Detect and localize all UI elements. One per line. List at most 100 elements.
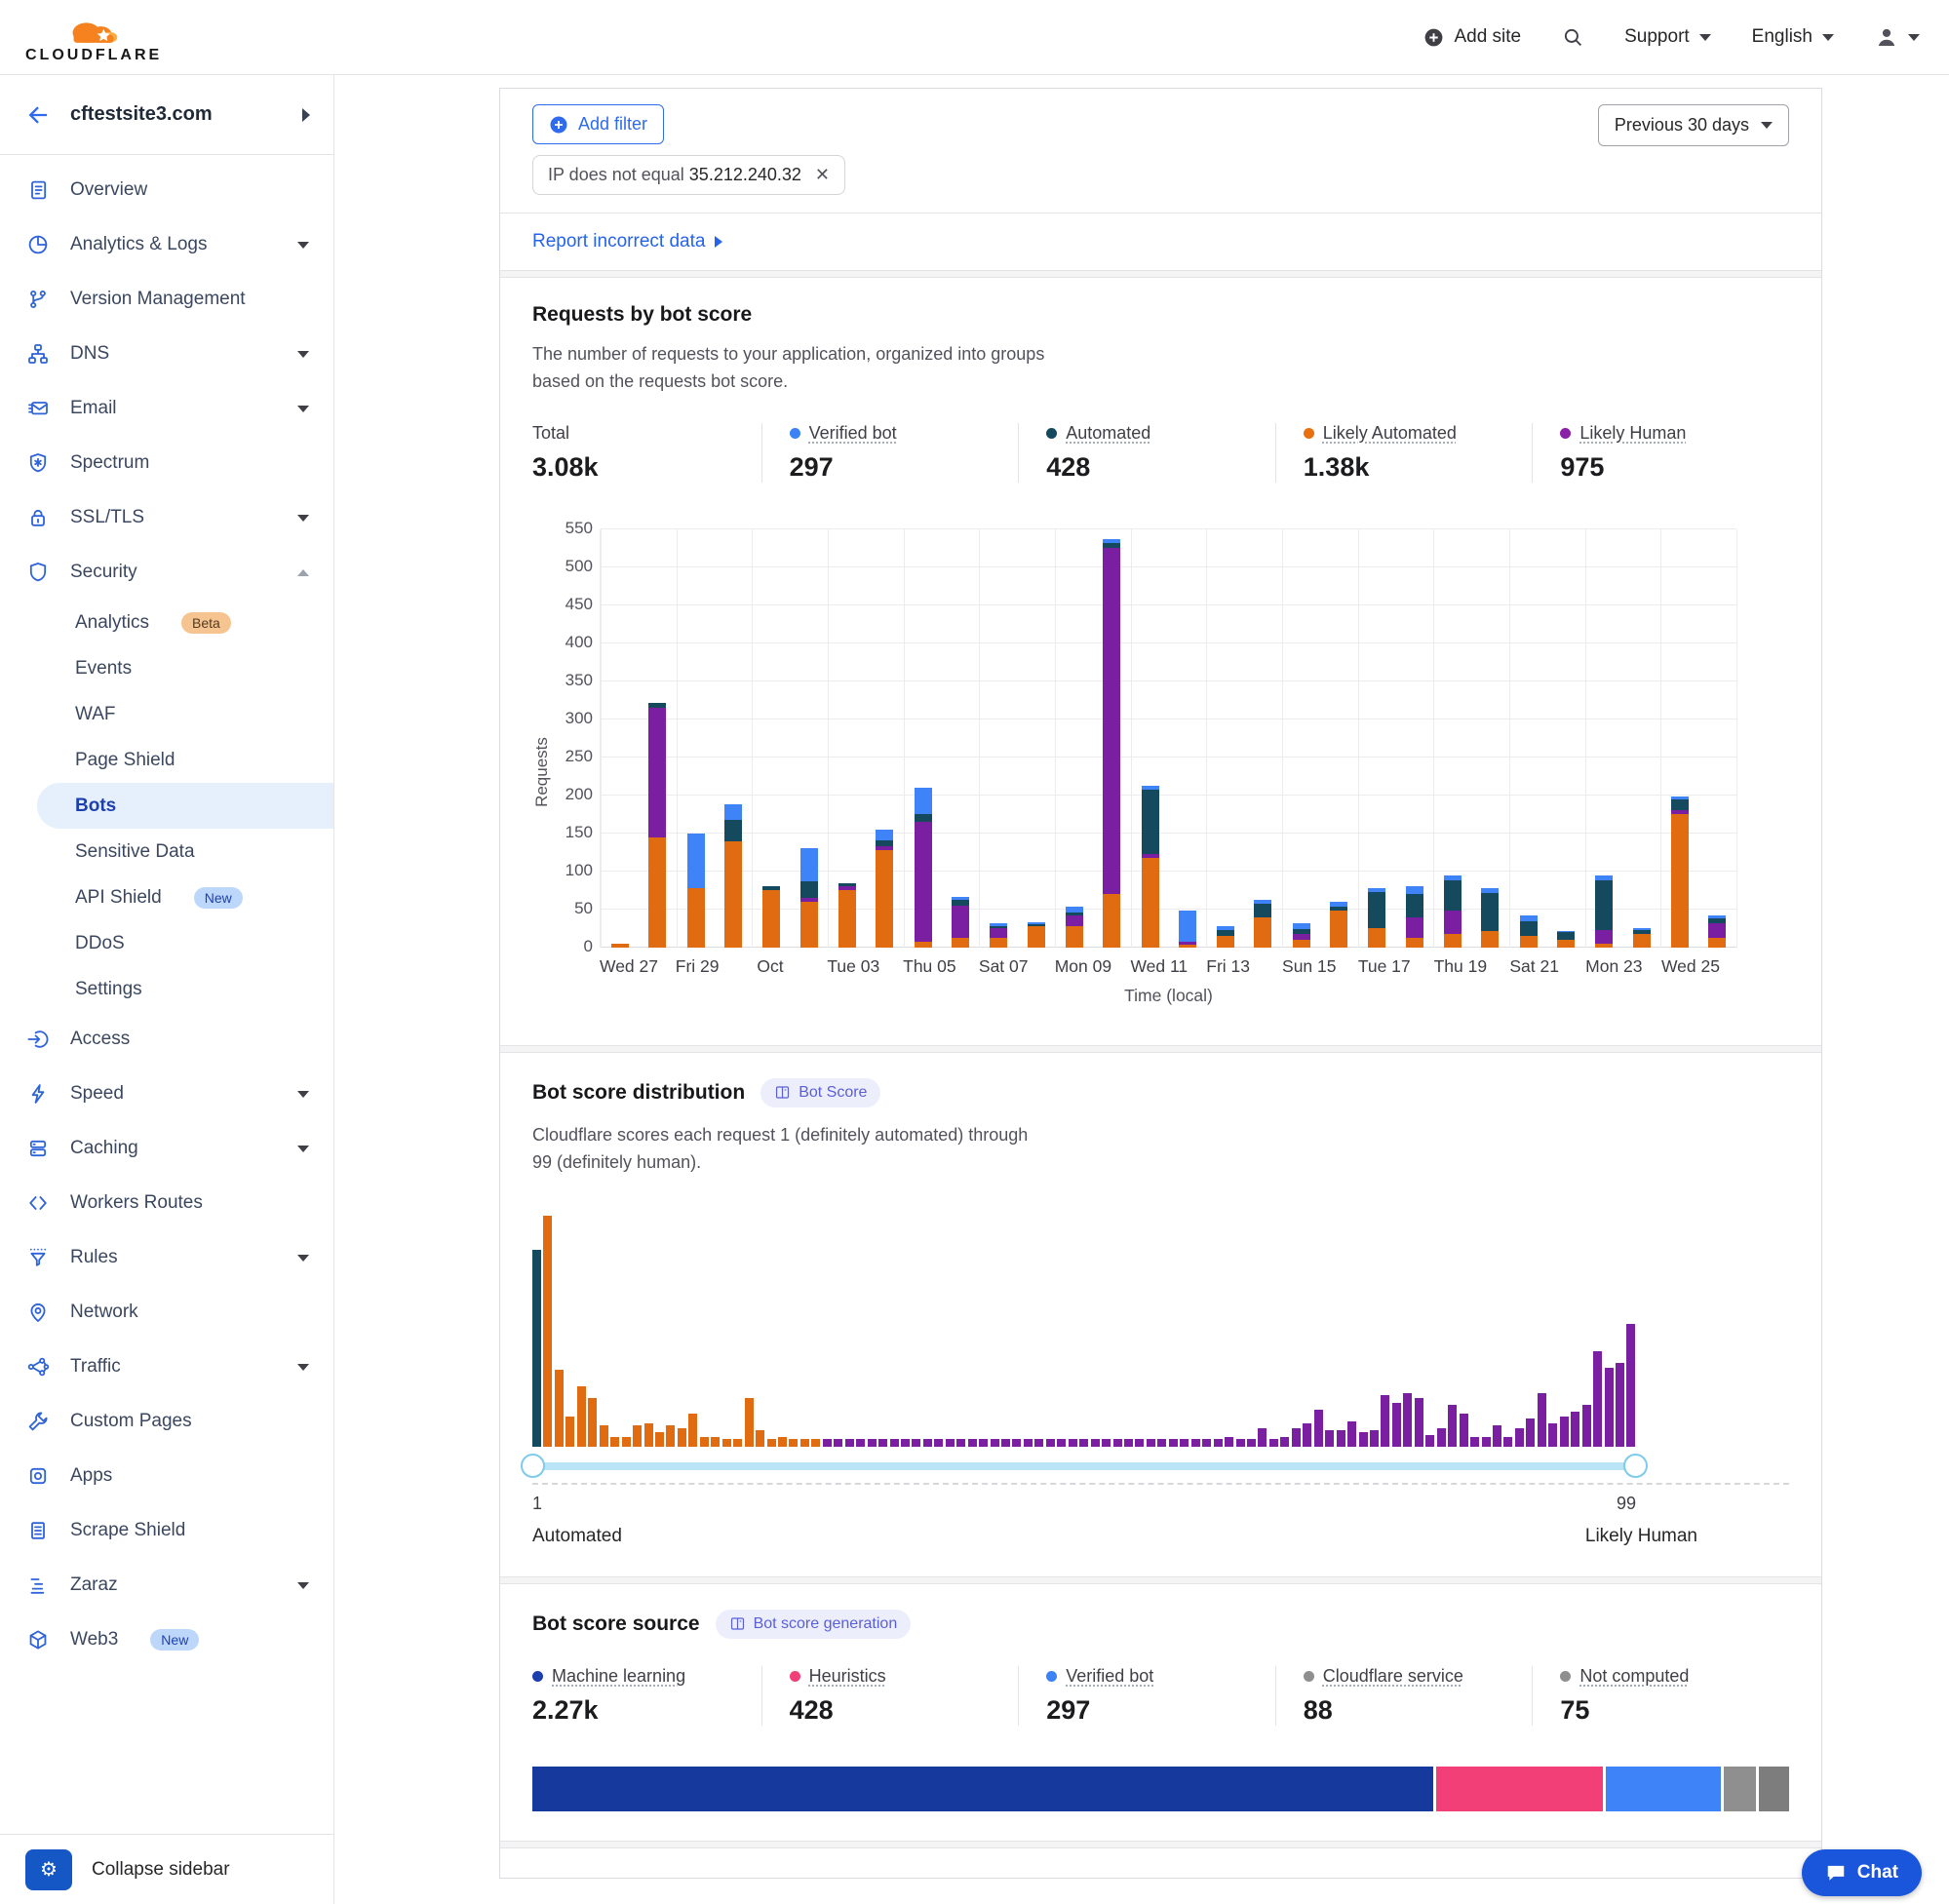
source-segment-not-computed[interactable] [1759, 1767, 1789, 1811]
sidebar-item-speed[interactable]: Speed [0, 1067, 333, 1121]
histogram-bar-score-37[interactable] [934, 1439, 943, 1446]
histogram-bar-score-28[interactable] [834, 1439, 842, 1446]
histogram-bar-score-29[interactable] [845, 1439, 854, 1446]
histogram-bar-score-38[interactable] [946, 1439, 955, 1446]
stat-label[interactable]: Cloudflare service [1323, 1666, 1463, 1687]
histogram-bar-score-82[interactable] [1437, 1428, 1446, 1447]
stacked-bar[interactable] [1520, 915, 1538, 948]
sidebar-item-page-shield[interactable]: Page Shield [0, 737, 333, 783]
histogram-bar-score-97[interactable] [1605, 1368, 1614, 1447]
stacked-bar[interactable] [724, 804, 742, 948]
histogram-bar-score-8[interactable] [610, 1437, 619, 1446]
sidebar-item-overview[interactable]: Overview [0, 163, 333, 217]
histogram-bar-score-69[interactable] [1292, 1428, 1301, 1447]
histogram-bar-score-55[interactable] [1135, 1439, 1144, 1446]
remove-filter-icon[interactable]: ✕ [815, 165, 830, 185]
histogram-bar-score-53[interactable] [1113, 1439, 1122, 1446]
histogram-bar-score-4[interactable] [565, 1417, 574, 1447]
support-menu[interactable]: Support [1624, 26, 1711, 48]
stacked-bar[interactable] [800, 848, 818, 948]
add-filter-button[interactable]: Add filter [532, 104, 664, 144]
sidebar-item-ssl-tls[interactable]: SSL/TLS [0, 490, 333, 545]
slider-handle-max[interactable] [1623, 1454, 1648, 1478]
stacked-bar[interactable] [876, 830, 893, 948]
histogram-bar-score-89[interactable] [1515, 1428, 1524, 1447]
report-incorrect-data-link[interactable]: Report incorrect data [500, 214, 1821, 270]
stacked-bar[interactable] [1142, 786, 1159, 947]
stat-label[interactable]: Verified bot [1066, 1666, 1153, 1687]
stacked-bar[interactable] [1406, 886, 1423, 947]
histogram-bar-score-40[interactable] [968, 1439, 977, 1446]
histogram-bar-score-34[interactable] [901, 1439, 910, 1446]
histogram-bar-score-93[interactable] [1560, 1417, 1569, 1447]
stacked-bar[interactable] [1066, 907, 1083, 947]
histogram-bar-score-86[interactable] [1482, 1437, 1491, 1446]
stacked-bar[interactable] [915, 788, 932, 948]
chevron-right-icon[interactable] [302, 108, 310, 122]
sidebar-item-web3[interactable]: Web3New [0, 1613, 333, 1667]
sidebar-item-custom-pages[interactable]: Custom Pages [0, 1394, 333, 1449]
add-site-button[interactable]: Add site [1423, 26, 1521, 48]
stacked-bar[interactable] [1179, 911, 1196, 947]
filter-chip[interactable]: IP does not equal 35.212.240.32 ✕ [532, 155, 845, 195]
stacked-bar[interactable] [1557, 931, 1575, 948]
histogram-bar-score-42[interactable] [991, 1439, 999, 1446]
chat-button[interactable]: Chat [1802, 1849, 1922, 1896]
histogram-bar-score-60[interactable] [1191, 1439, 1200, 1446]
histogram-bar-score-36[interactable] [923, 1439, 932, 1446]
sidebar-item-analytics-logs[interactable]: Analytics & Logs [0, 217, 333, 272]
histogram-bar-score-23[interactable] [778, 1437, 787, 1446]
histogram-bar-score-24[interactable] [789, 1439, 798, 1446]
sidebar-item-security[interactable]: Security [0, 545, 333, 600]
histogram-bar-score-27[interactable] [823, 1439, 832, 1446]
histogram-bar-score-57[interactable] [1157, 1439, 1166, 1446]
stacked-bar[interactable] [1293, 923, 1310, 948]
stat-label[interactable]: Heuristics [809, 1666, 886, 1687]
sidebar-item-zaraz[interactable]: Zaraz [0, 1558, 333, 1613]
histogram-bar-score-94[interactable] [1571, 1412, 1579, 1447]
histogram-bar-score-16[interactable] [700, 1437, 709, 1446]
sidebar-item-workers-routes[interactable]: Workers Routes [0, 1176, 333, 1230]
histogram-bar-score-95[interactable] [1582, 1405, 1591, 1447]
stacked-bar[interactable] [952, 897, 969, 947]
sidebar-item-waf[interactable]: WAF [0, 691, 333, 737]
histogram-bar-score-48[interactable] [1057, 1439, 1066, 1446]
histogram-bar-score-96[interactable] [1593, 1351, 1602, 1446]
account-menu[interactable] [1875, 25, 1920, 49]
histogram-bar-score-92[interactable] [1548, 1423, 1557, 1447]
stacked-bar[interactable] [687, 834, 705, 948]
histogram-bar-score-68[interactable] [1280, 1437, 1289, 1446]
histogram-bar-score-13[interactable] [666, 1425, 675, 1446]
cloudflare-logo[interactable]: CLOUDFLARE [25, 11, 162, 63]
histogram-bar-score-76[interactable] [1370, 1430, 1379, 1447]
histogram-bar-score-50[interactable] [1079, 1439, 1088, 1446]
histogram-bar-score-71[interactable] [1314, 1410, 1323, 1447]
histogram-bar-score-25[interactable] [800, 1439, 809, 1446]
stacked-bar[interactable] [1481, 888, 1499, 948]
source-segment-verified-bot[interactable] [1606, 1767, 1724, 1811]
stacked-bar[interactable] [1444, 875, 1462, 948]
histogram-bar-score-9[interactable] [622, 1437, 631, 1446]
histogram-bar-score-12[interactable] [655, 1432, 664, 1446]
source-segment-cloudflare-service[interactable] [1724, 1767, 1759, 1811]
bot-score-badge[interactable]: Bot Score [760, 1078, 880, 1107]
histogram-bar-score-19[interactable] [733, 1439, 742, 1446]
histogram-bar-score-80[interactable] [1415, 1398, 1423, 1447]
histogram-bar-score-6[interactable] [588, 1398, 597, 1447]
histogram-bar-score-85[interactable] [1470, 1437, 1479, 1446]
stat-label[interactable]: Likely Automated [1323, 423, 1457, 444]
histogram-bar-score-64[interactable] [1236, 1439, 1245, 1446]
histogram-bar-score-17[interactable] [711, 1437, 720, 1446]
language-menu[interactable]: English [1752, 26, 1834, 48]
back-arrow-icon[interactable] [25, 102, 51, 128]
histogram-bar-score-62[interactable] [1214, 1439, 1223, 1446]
sidebar-item-dns[interactable]: DNS [0, 327, 333, 381]
sidebar-item-version-management[interactable]: Version Management [0, 272, 333, 327]
histogram-bar-score-22[interactable] [767, 1439, 776, 1446]
sidebar-item-settings[interactable]: Settings [0, 966, 333, 1012]
histogram-bar-score-84[interactable] [1460, 1414, 1468, 1446]
stacked-bar[interactable] [1633, 928, 1651, 947]
sidebar-item-sensitive-data[interactable]: Sensitive Data [0, 829, 333, 874]
stacked-bar[interactable] [838, 883, 856, 948]
stacked-bar[interactable] [762, 886, 780, 947]
